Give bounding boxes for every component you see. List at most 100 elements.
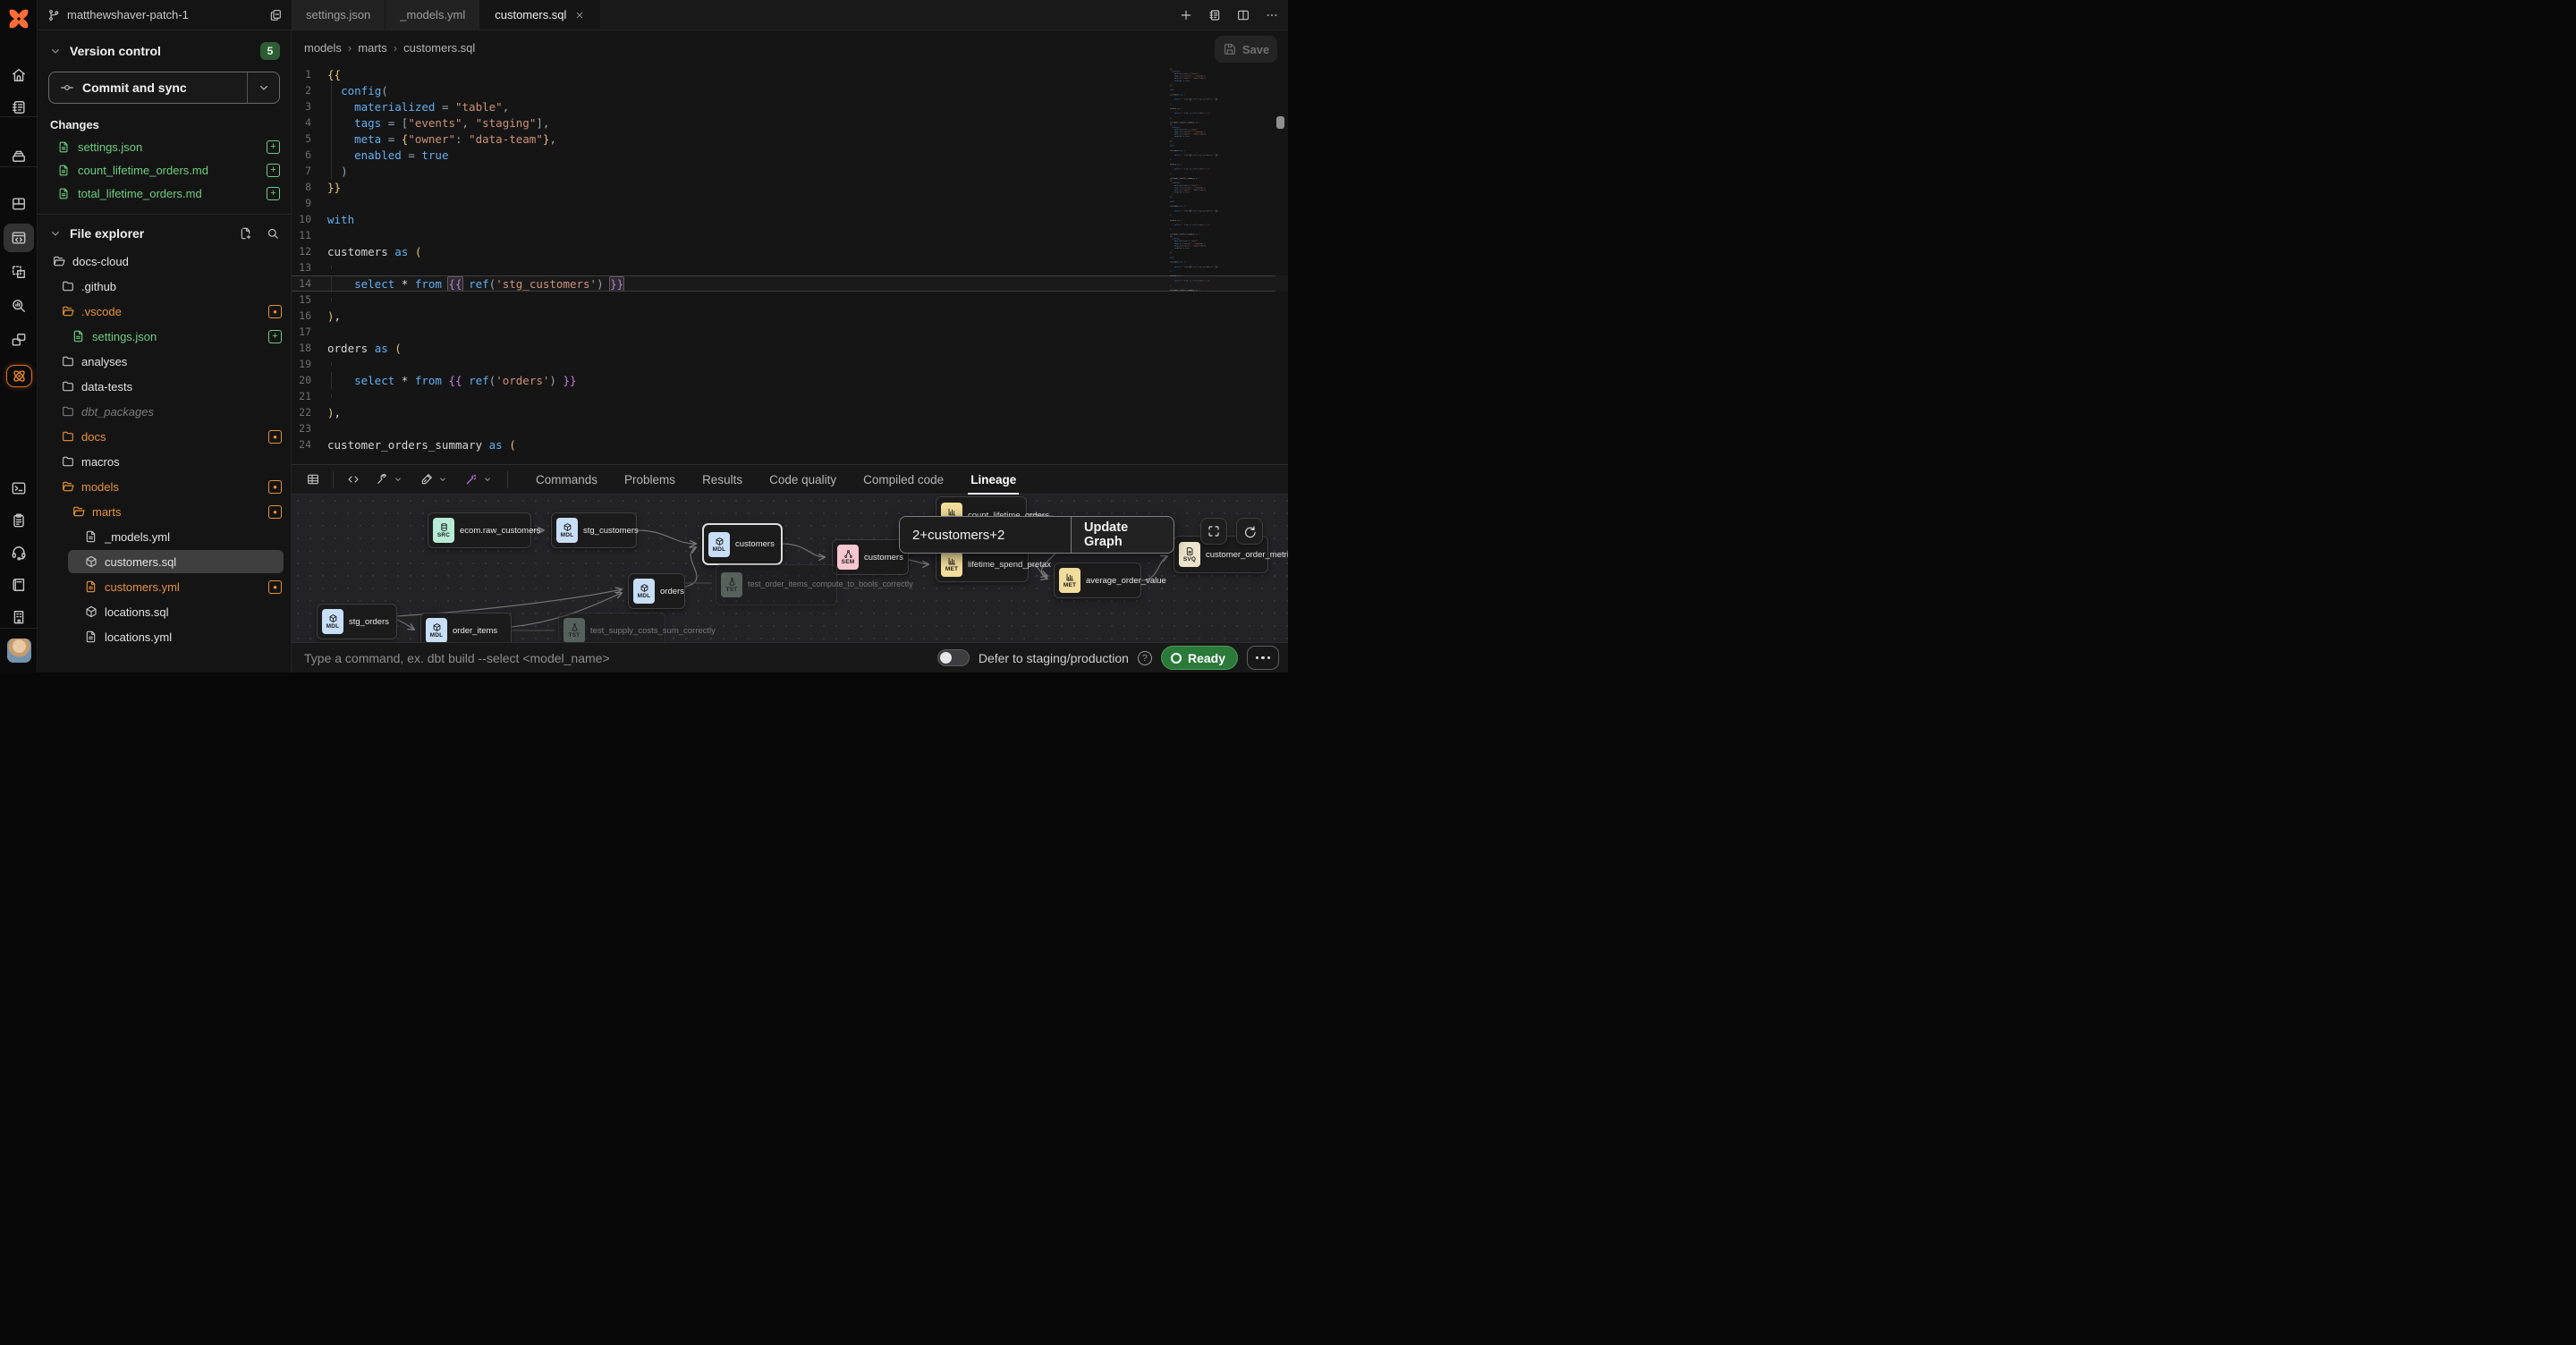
change-row[interactable]: total_lifetime_orders.md+ <box>38 182 291 205</box>
update-graph-button[interactable]: Update Graph <box>1072 517 1174 553</box>
ai-fix-icon[interactable] <box>457 472 502 486</box>
rail-item-notebook[interactable] <box>0 93 38 122</box>
commit-options-caret[interactable] <box>247 72 279 103</box>
format-icon[interactable] <box>412 472 457 486</box>
new-tab-icon[interactable] <box>1179 8 1193 22</box>
lineage-refresh-button[interactable] <box>1236 518 1263 545</box>
lineage-node-customers_sem[interactable]: SEMcustomers <box>832 539 909 575</box>
tree-item-data-tests[interactable]: data-tests <box>38 374 291 399</box>
panel-tab-compiled-code[interactable]: Compiled code <box>850 465 957 495</box>
lineage-node-test_supply_costs[interactable]: TSTtest_supply_costs_sum_correctly <box>558 613 665 643</box>
branch-name[interactable]: matthewshaver-patch-1 <box>67 8 262 21</box>
rail-item-terminal[interactable] <box>0 474 38 503</box>
rail-item-insights[interactable] <box>0 292 38 320</box>
lineage-node-average_order_value[interactable]: METaverage_order_value <box>1054 563 1141 598</box>
breadcrumb-item[interactable]: models <box>304 41 342 55</box>
code-text: customer_orders_summary as ( <box>327 438 516 452</box>
lineage-node-test_order_items[interactable]: TSTtest_order_items_compute_to_bools_cor… <box>716 564 837 605</box>
lineage-node-stg_orders[interactable]: MDLstg_orders <box>317 604 397 639</box>
rail-item-headset[interactable] <box>0 538 38 567</box>
lineage-node-stg_customers[interactable]: MDLstg_customers <box>551 512 637 548</box>
rail-item-windows[interactable] <box>0 326 38 354</box>
rail-item-home[interactable] <box>0 61 38 89</box>
code-text: orders as ( <box>327 342 402 355</box>
code-editor[interactable]: models›marts›customers.sql Save 1{{2 con… <box>292 30 1288 464</box>
defer-help-icon[interactable]: ? <box>1138 651 1152 665</box>
new-file-icon[interactable] <box>239 226 253 241</box>
code-line-15: 15 <box>292 292 1288 308</box>
tree-item-customers-yml[interactable]: customers.yml• <box>38 574 291 599</box>
rail-item-code-editor[interactable] <box>0 224 38 252</box>
tree-item--github[interactable]: .github <box>38 274 291 299</box>
rail-item-clipboard[interactable] <box>0 506 38 535</box>
lineage-fullscreen-button[interactable] <box>1200 518 1227 545</box>
change-row[interactable]: count_lifetime_orders.md+ <box>38 158 291 182</box>
tree-item-analyses[interactable]: analyses <box>38 349 291 374</box>
tree-item-docs-cloud[interactable]: docs-cloud <box>38 249 291 274</box>
rail-item-copilot[interactable] <box>0 361 38 390</box>
code-area[interactable]: 1{{2 config(3 materialized = "table",4 t… <box>292 66 1288 453</box>
lineage-node-customers_model[interactable]: MDLcustomers <box>703 524 782 564</box>
tree-item-locations-sql[interactable]: locations.sql <box>38 599 291 624</box>
user-avatar[interactable] <box>7 639 31 663</box>
rail-item-layout-grid[interactable] <box>0 190 38 218</box>
stage-add-icon[interactable]: + <box>267 140 280 154</box>
tree-item-docs[interactable]: docs• <box>38 424 291 449</box>
file-explorer-collapse-icon[interactable] <box>48 226 63 241</box>
editor-tab-_models-yml[interactable]: _models.yml <box>386 0 480 30</box>
editor-scrollbar-thumb[interactable] <box>1276 116 1284 129</box>
rail-item-capture[interactable] <box>0 258 38 286</box>
file-search-icon[interactable] <box>266 226 280 241</box>
tree-item--vscode[interactable]: .vscode• <box>38 299 291 324</box>
tree-item-models[interactable]: models• <box>38 474 291 499</box>
lineage-canvas[interactable]: SRCecom.raw_customers MDLstg_customers MDL… <box>292 495 1288 643</box>
node-type-badge-mdl: MDL <box>633 579 655 604</box>
tree-item--models-yml[interactable]: _models.yml <box>38 524 291 549</box>
version-control-collapse-icon[interactable] <box>48 44 63 58</box>
split-editor-icon[interactable] <box>1236 8 1250 22</box>
ready-status-button[interactable]: Ready <box>1161 646 1238 670</box>
build-tools-icon[interactable] <box>368 472 412 486</box>
tree-item-label: data-tests <box>81 380 291 393</box>
save-button[interactable]: Save <box>1215 36 1277 63</box>
tree-item-customers-sql[interactable]: customers.sql <box>38 549 291 574</box>
panel-tab-code-quality[interactable]: Code quality <box>756 465 850 495</box>
panel-tab-results[interactable]: Results <box>689 465 756 495</box>
panel-tab-lineage[interactable]: Lineage <box>957 465 1030 495</box>
commit-and-sync-button[interactable]: Commit and sync <box>48 72 280 104</box>
close-tab-icon[interactable] <box>574 10 585 21</box>
panel-tab-problems[interactable]: Problems <box>611 465 689 495</box>
stage-add-icon[interactable]: + <box>267 164 280 177</box>
copy-branch-icon[interactable] <box>268 8 283 22</box>
change-row[interactable]: settings.json+ <box>38 135 291 158</box>
editor-tab-settings-json[interactable]: settings.json <box>292 0 386 30</box>
minimap[interactable]: {{ config( materialized = "table", tags … <box>1170 68 1241 363</box>
lineage-node-orders[interactable]: MDLorders <box>628 573 685 609</box>
code-text: {{ <box>327 68 341 81</box>
status-more-button[interactable] <box>1247 646 1279 670</box>
rail-item-book[interactable] <box>0 571 38 599</box>
lineage-node-raw_customers[interactable]: SRCecom.raw_customers <box>428 512 531 548</box>
code-line-22: 22), <box>292 404 1288 420</box>
stage-add-icon[interactable]: + <box>267 187 280 200</box>
tree-item-label: settings.json <box>92 330 262 343</box>
lineage-selector-input[interactable]: 2+customers+2 <box>900 517 1072 553</box>
defer-toggle[interactable] <box>937 649 970 666</box>
tree-item-settings-json[interactable]: settings.json+ <box>38 324 291 349</box>
breadcrumb-item[interactable]: marts <box>358 41 387 55</box>
tree-item-marts[interactable]: marts• <box>38 499 291 524</box>
dbt-logo-icon[interactable] <box>6 6 31 31</box>
tree-item-locations-yml[interactable]: locations.yml <box>38 624 291 649</box>
badge-code: TST <box>726 587 738 593</box>
results-table-icon[interactable] <box>299 472 327 486</box>
notebook-panel-icon[interactable] <box>1208 8 1222 22</box>
code-view-icon[interactable] <box>339 472 368 486</box>
lineage-node-order_items[interactable]: MDLorder_items <box>420 613 512 643</box>
tab-more-icon[interactable] <box>1265 8 1279 22</box>
command-input[interactable] <box>304 651 733 665</box>
tree-item-dbt-packages[interactable]: dbt_packages <box>38 399 291 424</box>
tree-item-macros[interactable]: macros <box>38 449 291 474</box>
panel-tab-commands[interactable]: Commands <box>522 465 611 495</box>
breadcrumb-item[interactable]: customers.sql <box>403 41 475 55</box>
editor-tab-customers-sql[interactable]: customers.sql <box>480 0 600 30</box>
